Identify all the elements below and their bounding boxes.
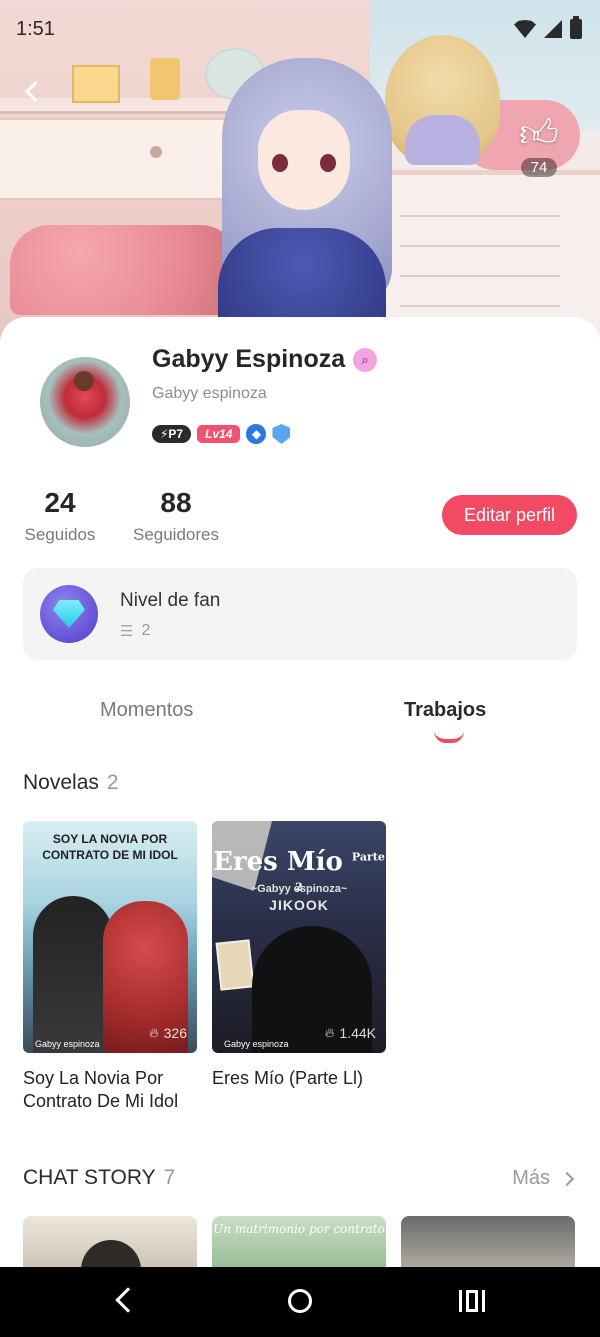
novel-title: Soy La Novia Por Contrato De Mi Idol: [23, 1068, 179, 1111]
white-cabinet: [370, 175, 600, 340]
profile-tabs: Momentos Trabajos: [0, 697, 600, 747]
followers-count: 88: [160, 487, 192, 518]
chat-story-heading-label: CHAT STORY: [23, 1166, 156, 1189]
shield-badge-icon[interactable]: [272, 424, 291, 444]
followers-label: Seguidores: [132, 525, 219, 544]
status-time: 1:51: [16, 17, 55, 40]
battery-icon: [570, 16, 582, 39]
back-button[interactable]: [20, 78, 48, 106]
plush-toy: [385, 35, 500, 165]
more-label: Más: [512, 1167, 550, 1189]
signal-icon: [544, 20, 562, 38]
avatar[interactable]: [40, 357, 130, 447]
edit-profile-button[interactable]: Editar perfil: [442, 495, 577, 535]
pink-stool: [10, 225, 240, 315]
status-icons: [514, 16, 582, 39]
status-bar: 1:51: [16, 14, 582, 44]
fan-level-title: Nivel de fan: [120, 590, 221, 611]
like-count: 74: [520, 158, 558, 177]
gift-box: [72, 65, 120, 103]
chevron-right-icon: [559, 1171, 575, 1186]
p7-badge[interactable]: ⚡P7: [152, 425, 192, 443]
view-count: 🔥︎ 1.44K: [325, 1025, 376, 1041]
novel-cover: Eres Mío Parte 2 ~Gabyy espinoza~ JIKOOK…: [212, 821, 386, 1053]
more-link[interactable]: Más: [512, 1167, 575, 1190]
nav-home-icon[interactable]: [288, 1289, 312, 1313]
flame-icon: 🔥︎: [324, 1025, 335, 1040]
dresser-drawer: [0, 118, 248, 200]
novel-cover: SOY LA NOVIA POR CONTRATO DE MI IDOL Gab…: [23, 821, 197, 1053]
thumbs-up-icon: 👍︎: [519, 113, 559, 155]
fan-level-value-row: ☰ 2: [120, 622, 150, 640]
badge-row: ⚡P7 Lv14 ◆: [152, 424, 291, 444]
chat-story-heading: CHAT STORY 7: [23, 1166, 175, 1190]
profile-username: Gabyy espinoza: [152, 385, 267, 402]
chat-story-list: Un matrimonio por contrato: [0, 1216, 600, 1276]
cover-tag: JIKOOK: [269, 897, 329, 913]
level-badge[interactable]: Lv14: [197, 425, 241, 443]
cover-title: SOY LA NOVIA POR CONTRATO DE MI IDOL: [42, 832, 178, 862]
cover-author-tag: ~Gabyy espinoza~: [250, 883, 348, 895]
cover-author: Gabyy espinoza: [224, 1039, 289, 1049]
novel-card[interactable]: SOY LA NOVIA POR CONTRATO DE MI IDOL Gab…: [23, 821, 197, 1113]
avatar-character-face: [258, 110, 350, 210]
novels-heading-label: Novelas: [23, 771, 99, 794]
drop-badge-icon[interactable]: ◆: [246, 424, 267, 444]
fan-level-card[interactable]: Nivel de fan ☰ 2: [23, 568, 577, 660]
profile-card: Gabyy Espinoza ⌕ Gabyy espinoza ⚡P7 Lv14…: [0, 317, 600, 1276]
view-count: 🔥︎ 326: [149, 1025, 187, 1041]
novel-title: Eres Mío (Parte Ll): [212, 1068, 364, 1088]
novel-card[interactable]: Eres Mío Parte 2 ~Gabyy espinoza~ JIKOOK…: [212, 821, 386, 1090]
fan-level-value: 2: [141, 622, 151, 639]
cover-title-text: Eres Mío: [213, 847, 343, 877]
like-button[interactable]: 👍︎ 74: [514, 112, 564, 177]
profile-cover-image: [0, 0, 600, 340]
brush-cup: [150, 58, 180, 100]
nav-back-icon[interactable]: [115, 1287, 141, 1313]
wifi-icon: [514, 20, 536, 38]
list-icon: ☰: [120, 623, 134, 640]
name-row: Gabyy Espinoza ⌕: [152, 345, 378, 374]
tab-trabajos[interactable]: Trabajos: [404, 699, 486, 722]
view-count-value: 1.44K: [339, 1025, 376, 1041]
following-label: Seguidos: [24, 525, 96, 544]
chat-story-cover-text: Un matrimonio por contrato: [213, 1222, 385, 1236]
nav-recents-icon[interactable]: [459, 1290, 485, 1312]
novels-count: 2: [106, 771, 119, 794]
view-count-value: 326: [163, 1025, 187, 1041]
profile-name: Gabyy Espinoza: [152, 345, 346, 373]
active-tab-indicator: [434, 731, 464, 743]
followers-stat[interactable]: 88 Seguidores: [130, 487, 222, 545]
system-nav-bar: [0, 1267, 600, 1337]
diamond-icon: [40, 585, 98, 643]
novels-heading: Novelas 2: [23, 771, 119, 795]
cover-author: Gabyy espinoza: [35, 1039, 100, 1049]
flame-icon: 🔥︎: [149, 1025, 159, 1040]
chat-story-count: 7: [163, 1166, 176, 1189]
search-badge-icon[interactable]: ⌕: [353, 347, 378, 372]
tab-momentos[interactable]: Momentos: [100, 699, 193, 722]
following-count: 24: [44, 487, 76, 518]
following-stat[interactable]: 24 Seguidos: [22, 487, 98, 545]
